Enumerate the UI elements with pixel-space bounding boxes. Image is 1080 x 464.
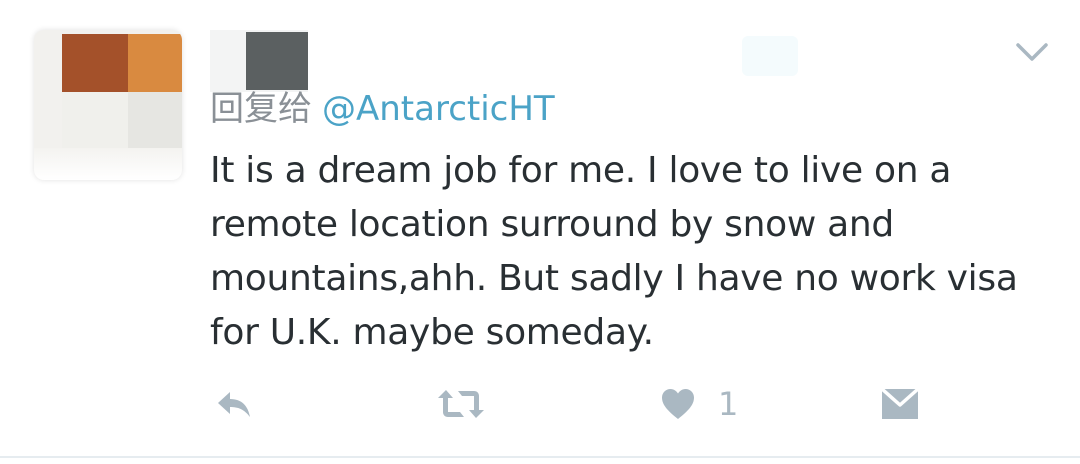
chevron-down-icon[interactable] (1014, 38, 1050, 66)
avatar[interactable] (34, 30, 182, 180)
divider (0, 456, 1080, 458)
reply-icon (218, 392, 250, 417)
envelope-icon (880, 387, 920, 419)
avatar-tile (62, 92, 128, 154)
retweet-icon (438, 390, 484, 418)
avatar-fade (34, 148, 182, 180)
reply-handle-link[interactable]: @AntarcticHT (322, 89, 555, 129)
tweet-text: It is a dream job for me. I love to live… (210, 144, 1050, 360)
heart-icon (662, 389, 694, 419)
like-count: 1 (718, 385, 739, 423)
avatar-tile (128, 34, 182, 92)
like-button[interactable]: 1 (660, 384, 738, 424)
redaction-spot (742, 36, 798, 76)
tweet-text-line: It is a dream job for me. I love to live… (210, 150, 952, 191)
direct-message-button[interactable] (880, 384, 920, 424)
tweet-card[interactable]: 回复给 @AntarcticHT It is a dream job for me… (0, 0, 1080, 464)
display-name-censor-block (246, 32, 308, 90)
tweet-text-line: remote location surround by snow and (210, 204, 894, 245)
tweet-text-line: mountains,ahh. But sadly I have no work … (210, 258, 1018, 299)
avatar-tile (128, 92, 182, 154)
avatar-tile (62, 34, 128, 92)
reply-context: 回复给 @AntarcticHT (210, 88, 555, 130)
reply-prefix: 回复给 (210, 89, 312, 129)
reply-button[interactable] (214, 384, 254, 424)
retweet-button[interactable] (436, 384, 486, 424)
tweet-text-line: for U.K. maybe someday. (210, 312, 654, 353)
